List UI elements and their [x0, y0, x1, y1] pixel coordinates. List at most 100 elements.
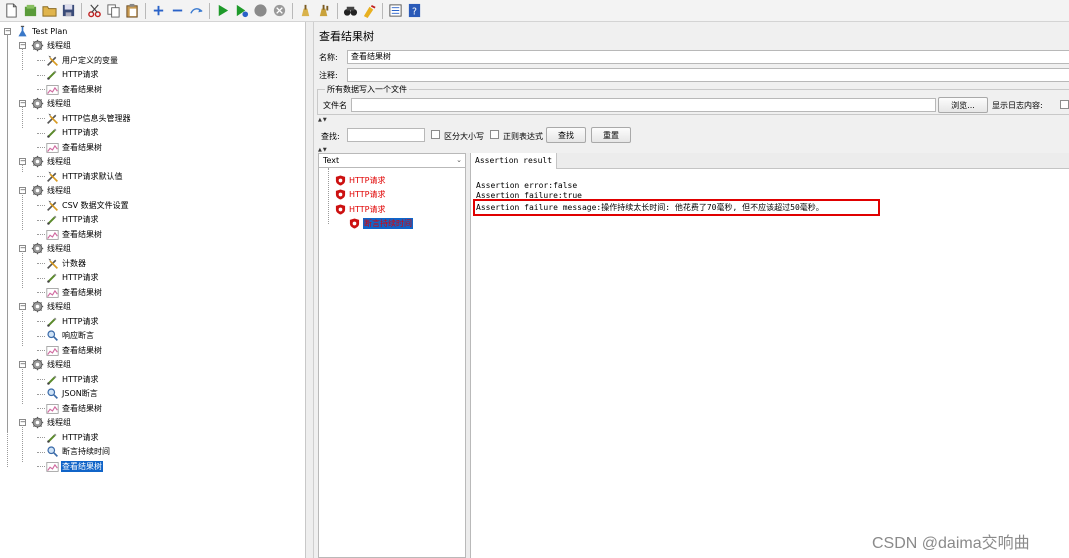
search-input[interactable] — [347, 128, 425, 142]
listener-icon — [45, 82, 59, 96]
clear-all-icon[interactable] — [315, 2, 333, 20]
tree-item[interactable]: 查看结果树 — [45, 459, 103, 473]
tree-connector — [37, 74, 45, 76]
tree-item[interactable]: 线程组 — [30, 242, 72, 256]
copy-icon[interactable] — [104, 2, 122, 20]
result-item-label: HTTP请求 — [349, 190, 386, 199]
tree-item[interactable]: 查看结果树 — [45, 401, 103, 415]
comment-label: 注释: — [319, 71, 338, 80]
case-sensitive-checkbox[interactable] — [431, 130, 440, 139]
save-icon[interactable] — [59, 2, 77, 20]
start-no-pause-icon[interactable] — [232, 2, 250, 20]
tree-item-label: 计数器 — [62, 258, 86, 268]
tree-item[interactable]: 线程组 — [30, 416, 72, 430]
tree-item[interactable]: HTTP请求 — [45, 314, 99, 328]
tree-item[interactable]: 线程组 — [30, 155, 72, 169]
shutdown-icon[interactable] — [270, 2, 288, 20]
case-sensitive-label: 区分大小写 — [444, 132, 484, 141]
tree-item[interactable]: HTTP请求 — [45, 271, 99, 285]
tree-item[interactable]: 线程组 — [30, 358, 72, 372]
new-icon[interactable] — [2, 2, 20, 20]
tree-connector — [37, 234, 45, 235]
filename-label: 文件名 — [323, 101, 347, 110]
tree-item[interactable]: HTTP请求 — [45, 430, 99, 444]
tree-item[interactable]: HTTP请求默认值 — [45, 169, 123, 183]
tree-item[interactable]: HTTP信息头管理器 — [45, 111, 131, 125]
listener-icon — [45, 401, 59, 415]
log-content-checkbox[interactable] — [1060, 100, 1069, 109]
tree-item[interactable]: 计数器 — [45, 256, 87, 270]
tree-item-label: HTTP请求 — [62, 70, 99, 79]
tree-item-label: 线程组 — [47, 99, 71, 108]
tree-connector — [7, 34, 8, 432]
comment-field[interactable] — [347, 68, 1069, 82]
tree-item[interactable]: 查看结果树 — [45, 82, 103, 96]
result-detail: Assertion result Assertion error:false A… — [470, 153, 1069, 558]
log-content-label: 显示日志内容: — [992, 101, 1043, 110]
start-icon[interactable] — [213, 2, 231, 20]
tree-item[interactable]: 线程组 — [30, 300, 72, 314]
tree-item[interactable]: 用户定义的变量 — [45, 53, 119, 67]
regex-checkbox[interactable] — [490, 130, 499, 139]
tree-connector — [22, 193, 23, 230]
open-icon[interactable] — [40, 2, 58, 20]
find-button[interactable]: 查找 — [546, 127, 586, 143]
search-icon[interactable] — [341, 2, 359, 20]
tree-item[interactable]: JSON断言 — [45, 387, 99, 401]
cut-icon[interactable] — [85, 2, 103, 20]
error-shield-icon — [335, 189, 346, 200]
toolbar-separator — [81, 2, 82, 19]
chevron-down-icon[interactable]: ⌄ — [456, 154, 462, 167]
result-item[interactable]: 断言持续时间 — [349, 217, 413, 230]
tree-connector — [37, 147, 45, 148]
result-item[interactable]: HTTP请求 — [335, 188, 385, 201]
name-field[interactable]: 查看结果树 — [347, 50, 1069, 64]
panel-title: 查看结果树 — [319, 30, 374, 43]
toggle-icon[interactable] — [187, 2, 205, 20]
tree-item-label: 线程组 — [47, 418, 71, 427]
tree-item[interactable]: 线程组 — [30, 97, 72, 111]
listener-icon — [45, 140, 59, 154]
tree-connector — [22, 164, 23, 172]
expand-icon[interactable] — [149, 2, 167, 20]
renderer-select[interactable]: Text ⌄ — [319, 154, 465, 168]
tree-item[interactable]: HTTP请求 — [45, 372, 99, 386]
result-item[interactable]: HTTP请求 — [335, 174, 385, 187]
browse-button[interactable]: 浏览... — [938, 97, 988, 113]
search-label: 查找: — [321, 132, 340, 141]
tree-item[interactable]: 线程组 — [30, 39, 72, 53]
tab-assertion-result[interactable]: Assertion result — [471, 153, 558, 169]
tree-item[interactable]: HTTP请求 — [45, 213, 99, 227]
tree-item[interactable]: HTTP请求 — [45, 68, 99, 82]
tree-item[interactable]: 查看结果树 — [45, 140, 103, 154]
tree-item-label: 查看结果树 — [62, 84, 102, 94]
templates-icon[interactable] — [21, 2, 39, 20]
tree-item[interactable]: Test Plan — [15, 24, 68, 38]
test-plan-tree: Test Plan − 线程组 − 用户定义的变量 HTTP请求 查看结果树 线程组 − HTTP… — [0, 22, 306, 558]
tree-item[interactable]: HTTP请求 — [45, 126, 99, 140]
sampler-icon — [45, 68, 59, 82]
thread-group-icon — [30, 416, 44, 430]
filename-field[interactable] — [351, 98, 936, 112]
result-item[interactable]: HTTP请求 — [335, 203, 385, 216]
paste-icon[interactable] — [123, 2, 141, 20]
clear-icon[interactable] — [296, 2, 314, 20]
tree-item[interactable]: 线程组 — [30, 184, 72, 198]
view-results-tree-panel: 查看结果树 名称: 查看结果树 注释: 所有数据写入一个文件 文件名 浏览...… — [314, 22, 1069, 558]
tree-item[interactable]: CSV 数据文件设置 — [45, 198, 130, 212]
tree-item[interactable]: 查看结果树 — [45, 285, 103, 299]
tree-item[interactable]: 断言持续时间 — [45, 445, 111, 459]
stop-icon[interactable] — [251, 2, 269, 20]
reset-search-icon[interactable] — [360, 2, 378, 20]
tree-item[interactable]: 查看结果树 — [45, 343, 103, 357]
tree-item[interactable]: 响应断言 — [45, 329, 95, 343]
config-icon — [45, 53, 59, 67]
reset-button[interactable]: 重置 — [591, 127, 631, 143]
tree-item[interactable]: 查看结果树 — [45, 227, 103, 241]
main-splitter[interactable] — [306, 22, 314, 558]
collapse-icon[interactable] — [168, 2, 186, 20]
collapse-arrows[interactable]: ▲▼ — [318, 117, 328, 123]
help-icon[interactable]: ? — [405, 2, 423, 20]
function-helper-icon[interactable] — [386, 2, 404, 20]
tree-item-label: HTTP请求 — [62, 316, 99, 326]
